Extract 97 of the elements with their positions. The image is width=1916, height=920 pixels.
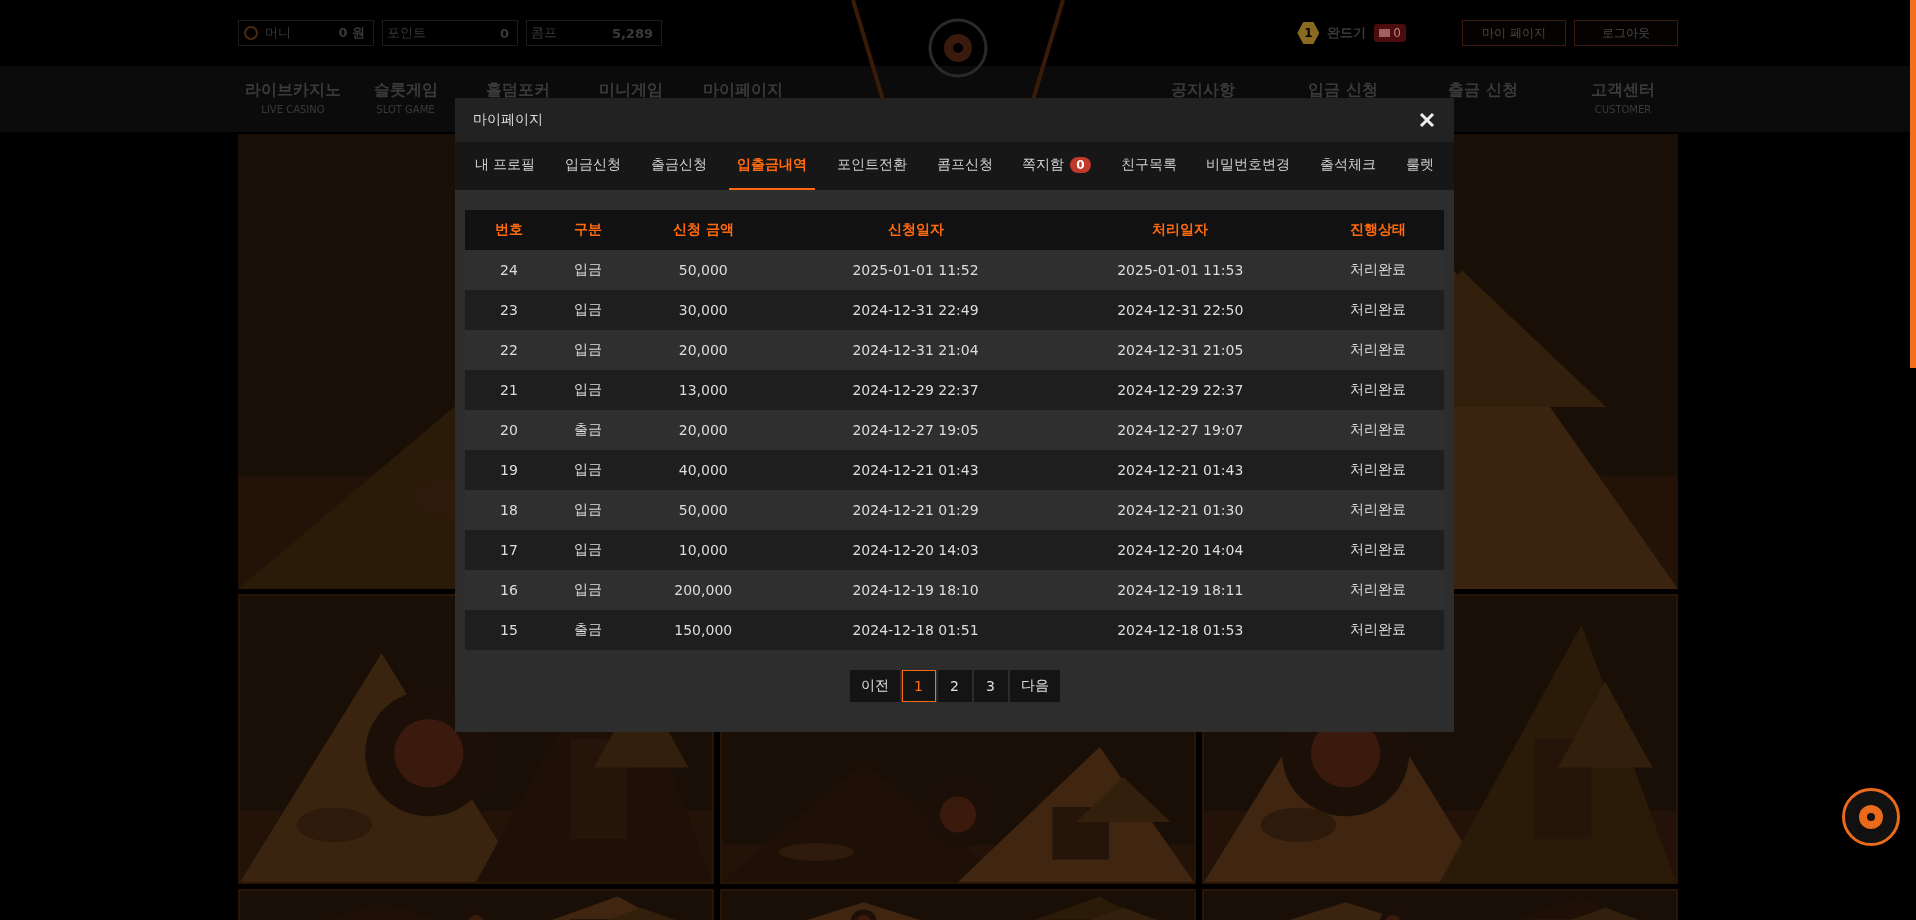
table-cell-text: 처리완료 <box>1349 541 1408 559</box>
table-cell-text: 입금 <box>573 261 604 279</box>
table-cell-text: 출금 <box>573 421 604 439</box>
table-cell-text: 2024-12-27 19:05 <box>851 422 980 438</box>
table-cell-text: 2024-12-29 22:37 <box>1116 382 1245 398</box>
page-button[interactable]: 다음 <box>1009 670 1060 702</box>
column-header: 진행상태 <box>1349 221 1408 239</box>
tab[interactable]: 입출금내역 <box>728 142 815 190</box>
table-cell-text: 2024-12-21 01:43 <box>851 462 980 478</box>
page-button[interactable]: 2 <box>937 670 972 702</box>
table-cell-text: 처리완료 <box>1349 421 1408 439</box>
wallet-value: 5,289 <box>611 25 653 41</box>
table-cell-text: 2024-12-18 01:53 <box>1116 622 1245 638</box>
table-cell-text: 17 <box>499 542 519 558</box>
table-cell-text: 20 <box>499 422 519 438</box>
table-cell-text: 처리완료 <box>1349 621 1408 639</box>
table-cell-text: 20,000 <box>677 422 729 438</box>
table-cell-text: 처리완료 <box>1349 381 1408 399</box>
tab[interactable]: 쪽지함 0 <box>1014 142 1099 190</box>
table-cell-text: 2024-12-20 14:03 <box>851 542 980 558</box>
table-cell-text: 2024-12-31 22:49 <box>851 302 980 318</box>
table-cell-text: 처리완료 <box>1349 341 1408 359</box>
wallet-value: 0 원 <box>338 24 365 42</box>
tab[interactable]: 내 프로필 <box>467 142 544 190</box>
table-cell-text: 50,000 <box>677 502 729 518</box>
page-button[interactable]: 3 <box>973 670 1008 702</box>
tab[interactable]: 친구목록 <box>1112 142 1185 190</box>
table-cell-text: 2024-12-31 21:05 <box>1116 342 1245 358</box>
table-cell-text: 23 <box>499 302 519 318</box>
table-cell-text: 처리완료 <box>1349 261 1408 279</box>
page-button[interactable]: 1 <box>901 670 936 702</box>
message-badge[interactable]: 0 <box>1374 24 1406 42</box>
close-button[interactable] <box>1418 111 1436 129</box>
table-cell-text: 21 <box>499 382 519 398</box>
column-header: 처리일자 <box>1151 221 1210 239</box>
table-cell-text: 30,000 <box>677 302 729 318</box>
table-cell-text: 2025-01-01 11:52 <box>851 262 980 278</box>
close-icon <box>1418 111 1436 129</box>
table-cell-text: 15 <box>499 622 519 638</box>
table-cell-text: 입금 <box>573 501 604 519</box>
table-cell-text: 16 <box>499 582 519 598</box>
tab[interactable]: 콤프신청 <box>928 142 1001 190</box>
table-cell-text: 입금 <box>573 341 604 359</box>
table-cell-text: 입금 <box>573 461 604 479</box>
table-cell-text: 입금 <box>573 581 604 599</box>
table-cell-text: 2024-12-31 22:50 <box>1116 302 1245 318</box>
table-cell-text: 22 <box>499 342 519 358</box>
table-cell-text: 출금 <box>573 621 604 639</box>
page-button[interactable]: 이전 <box>849 670 900 702</box>
table-cell-text: 처리완료 <box>1349 501 1408 519</box>
dialog-title: 마이페이지 <box>473 111 543 129</box>
table-cell-text: 처리완료 <box>1349 461 1408 479</box>
table-cell-text: 2024-12-27 19:07 <box>1116 422 1245 438</box>
tab[interactable]: 룰렛 <box>1397 142 1442 190</box>
floating-logo-button[interactable] <box>1842 788 1900 846</box>
table-cell-text: 2024-12-21 01:30 <box>1116 502 1245 518</box>
table-cell-text: 13,000 <box>677 382 729 398</box>
table-cell-text: 2024-12-21 01:43 <box>1116 462 1245 478</box>
wallet-value: 0 <box>499 25 509 41</box>
table-cell-text: 2024-12-31 21:04 <box>851 342 980 358</box>
table-cell-text: 20,000 <box>677 342 729 358</box>
table-cell-text: 2025-01-01 11:53 <box>1116 262 1245 278</box>
table-cell-text: 2024-12-21 01:29 <box>851 502 980 518</box>
tab[interactable]: 비밀번호변경 <box>1198 142 1299 190</box>
table-cell-text: 10,000 <box>677 542 729 558</box>
table-cell-text: 입금 <box>573 541 604 559</box>
table-cell-text: 200,000 <box>673 582 734 598</box>
tab[interactable]: 입금신청 <box>557 142 630 190</box>
table-cell-text: 2024-12-19 18:10 <box>851 582 980 598</box>
column-header: 번호 <box>493 221 524 239</box>
table-cell-text: 2024-12-18 01:51 <box>851 622 980 638</box>
table-cell-text: 2024-12-20 14:04 <box>1116 542 1245 558</box>
column-header: 신청 금액 <box>671 221 735 239</box>
table-cell-text: 19 <box>499 462 519 478</box>
table-cell-text: 150,000 <box>673 622 734 638</box>
tab[interactable]: 출석체크 <box>1312 142 1385 190</box>
table-cell-text: 처리완료 <box>1349 301 1408 319</box>
table-cell-text: 입금 <box>573 381 604 399</box>
table-cell-text: 18 <box>499 502 519 518</box>
table-cell-text: 40,000 <box>677 462 729 478</box>
message-count: 0 <box>1393 26 1401 40</box>
count-badge: 0 <box>1070 157 1091 173</box>
table-cell-text: 2024-12-19 18:11 <box>1116 582 1245 598</box>
mail-icon <box>1379 29 1391 37</box>
tab[interactable]: 포인트전환 <box>828 142 915 190</box>
level-badge: 1 <box>1297 22 1320 44</box>
table-cell-text: 2024-12-29 22:37 <box>851 382 980 398</box>
table-cell-text: 24 <box>499 262 519 278</box>
scrollbar-thumb[interactable] <box>1910 0 1916 368</box>
table-cell-text: 50,000 <box>677 262 729 278</box>
tab[interactable]: 출금신청 <box>643 142 716 190</box>
user-name: 완드기 <box>1327 24 1367 42</box>
column-header: 구분 <box>573 221 604 239</box>
table-cell-text: 처리완료 <box>1349 581 1408 599</box>
wallet-label: 콤프 <box>531 24 558 42</box>
column-header: 신청일자 <box>886 221 945 239</box>
table-cell-text: 입금 <box>573 301 604 319</box>
